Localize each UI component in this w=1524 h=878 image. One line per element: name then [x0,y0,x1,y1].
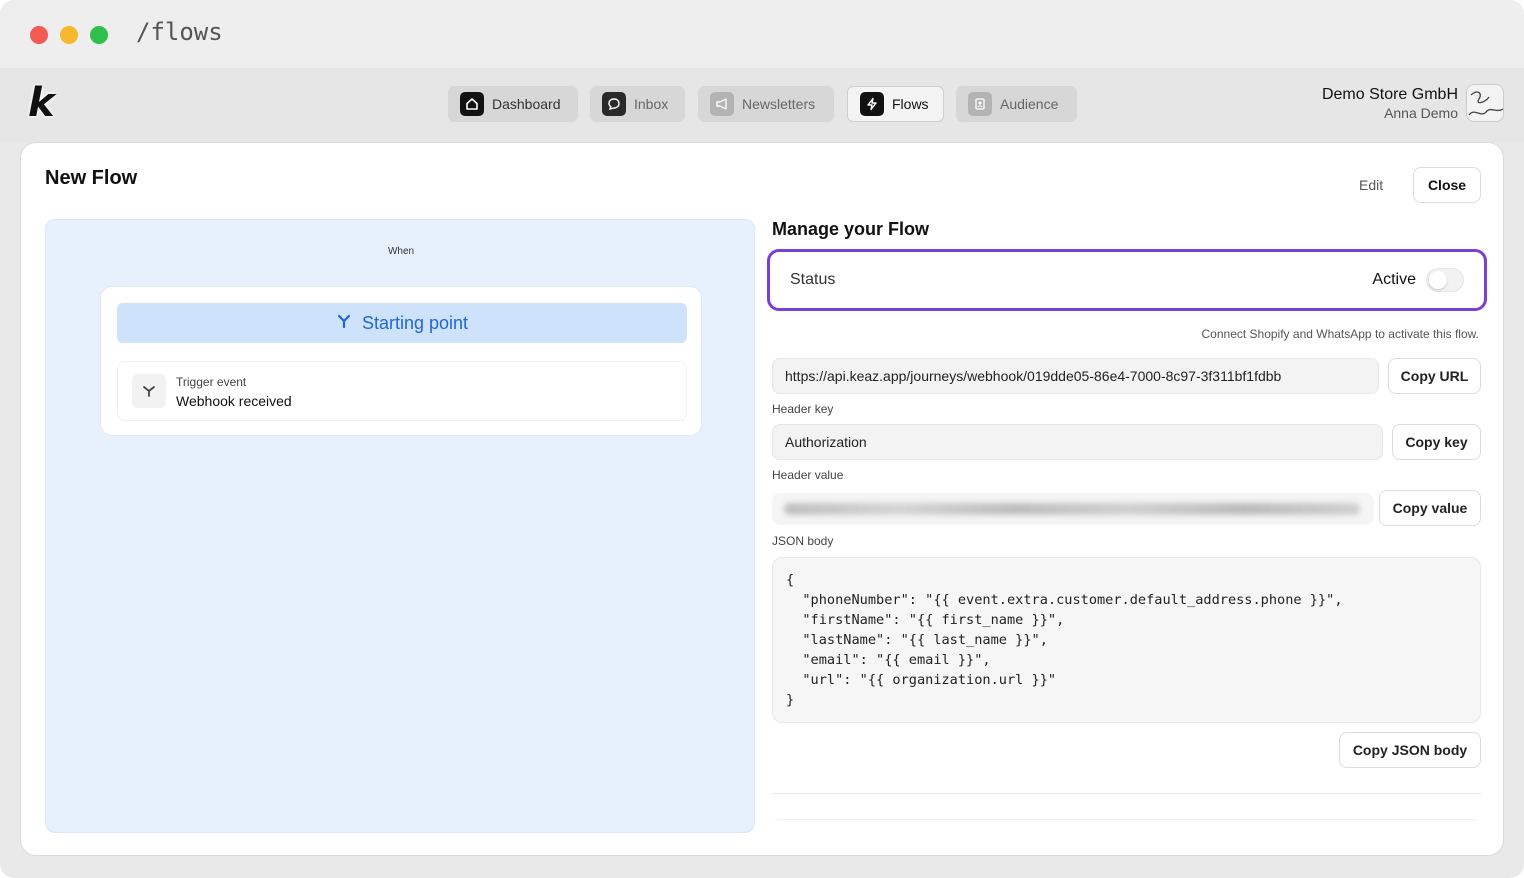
starting-point-label: Starting point [361,312,469,333]
title-bar: /flows [0,0,1524,68]
nav-item-audience[interactable]: Audience [956,86,1077,122]
store-name: Demo Store GmbH [1321,86,1458,103]
copy-json-body-button[interactable]: Copy JSON body [1339,732,1481,768]
header-value-field-blurred[interactable] [772,493,1374,525]
trigger-event-value: Webhook received [176,393,292,409]
url-path: /flows [136,18,223,46]
edit-button[interactable]: Edit [1347,167,1395,203]
nav-label-inbox: Inbox [634,96,669,112]
json-body-field[interactable]: { "phoneNumber": "{{ event.extra.custome… [772,557,1481,723]
nav-item-inbox[interactable]: Inbox [590,86,685,122]
close-window-button[interactable] [30,26,48,44]
json-body-label: JSON body [772,534,834,548]
nav-label-newsletters: Newsletters [742,96,816,112]
flow-editor-card: New Flow Edit Close When Starting point … [20,142,1504,856]
active-toggle[interactable] [1426,268,1464,292]
maximize-window-button[interactable] [90,26,108,44]
section-divider [772,793,1481,794]
when-label: When [387,246,415,257]
brand-logo[interactable]: k [28,82,64,124]
status-value: Active [1372,271,1416,288]
starting-point-header[interactable]: Starting point [117,303,687,343]
user-name: Anna Demo [1384,105,1458,121]
header-key-label: Header key [772,402,834,416]
home-icon [460,92,484,116]
trigger-node[interactable]: Starting point Trigger event Webhook rec… [100,286,702,436]
nav-item-newsletters[interactable]: Newsletters [698,86,834,122]
contacts-icon [968,92,992,116]
megaphone-icon [710,92,734,116]
status-label: Status [790,271,836,288]
close-button[interactable]: Close [1413,167,1481,203]
account-info[interactable]: Demo Store GmbH Anna Demo [1322,86,1458,121]
branch-icon [336,313,352,334]
nav-item-dashboard[interactable]: Dashboard [448,86,578,122]
nav-item-flows[interactable]: Flows [847,86,944,122]
lightning-icon [860,92,884,116]
page-title: New Flow [45,167,138,189]
blurred-secret [784,503,1360,515]
header-key-field[interactable]: Authorization [772,424,1383,460]
nav-label-flows: Flows [892,96,929,112]
app-window: /flows k Dashboard Inbox Newsletters Flo… [0,0,1524,878]
avatar[interactable] [1466,84,1504,122]
chat-icon [602,92,626,116]
toggle-knob [1429,271,1447,289]
manage-flow-title: Manage your Flow [772,219,930,239]
minimize-window-button[interactable] [60,26,78,44]
next-section-edge [772,819,1481,839]
header-value-label: Header value [772,468,844,482]
copy-url-button[interactable]: Copy URL [1388,358,1481,394]
trigger-event-caption: Trigger event [176,375,247,389]
flow-canvas[interactable]: When Starting point Trigger event Webhoo… [45,219,755,833]
activation-hint: Connect Shopify and WhatsApp to activate… [1201,327,1480,341]
nav-label-dashboard: Dashboard [492,96,561,112]
trigger-event-row[interactable]: Trigger event Webhook received [117,361,687,421]
copy-key-button[interactable]: Copy key [1392,424,1481,460]
webhook-icon [132,374,166,408]
copy-value-button[interactable]: Copy value [1379,490,1481,526]
webhook-url-field[interactable]: https://api.keaz.app/journeys/webhook/01… [772,358,1379,394]
status-row: Status Active [767,249,1487,311]
nav-label-audience: Audience [1000,96,1059,112]
